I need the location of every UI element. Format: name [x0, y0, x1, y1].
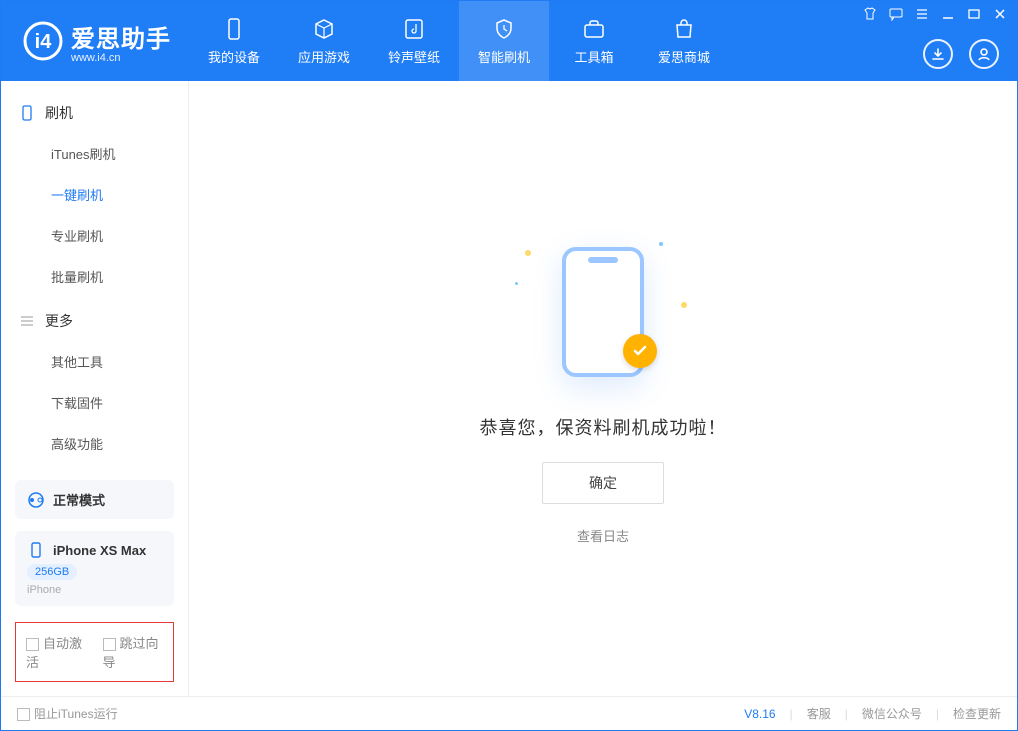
sidebar-section-more: 更多 其他工具 下载固件 高级功能: [1, 301, 188, 468]
auto-options-row: 自动激活 跳过向导: [15, 622, 174, 682]
sidebar-item-pro-flash[interactable]: 专业刷机: [1, 215, 188, 256]
tab-flash[interactable]: 智能刷机: [459, 1, 549, 81]
tab-label: 铃声壁纸: [388, 47, 440, 66]
tab-my-device[interactable]: 我的设备: [189, 1, 279, 81]
device-name: iPhone XS Max: [53, 543, 146, 558]
sidebar-item-oneclick-flash[interactable]: 一键刷机: [1, 174, 188, 215]
titlebar: i4 爱思助手 www.i4.cn 我的设备 应用游戏 铃声壁纸 智能: [1, 1, 1017, 81]
menu-small-icon: [19, 313, 35, 329]
sidebar-item-advanced[interactable]: 高级功能: [1, 423, 188, 464]
success-message: 恭喜您，保资料刷机成功啦！: [480, 414, 727, 440]
success-badge-icon: [623, 334, 657, 368]
checkbox-icon: [103, 638, 116, 651]
view-log-link[interactable]: 查看日志: [577, 526, 629, 545]
mode-card[interactable]: 正常模式: [15, 480, 174, 519]
account-button[interactable]: [969, 39, 999, 69]
tab-apps-games[interactable]: 应用游戏: [279, 1, 369, 81]
sidebar-item-itunes-flash[interactable]: iTunes刷机: [1, 133, 188, 174]
footer-link-update[interactable]: 检查更新: [953, 705, 1001, 722]
sidebar-item-batch-flash[interactable]: 批量刷机: [1, 256, 188, 297]
minimize-icon[interactable]: [939, 5, 957, 23]
tab-label: 应用游戏: [298, 47, 350, 66]
tab-label: 智能刷机: [478, 47, 530, 66]
tab-label: 我的设备: [208, 47, 260, 66]
device-small-icon: [19, 105, 35, 121]
checkbox-label: 阻止iTunes运行: [34, 707, 118, 721]
device-card[interactable]: iPhone XS Max 256GB iPhone: [15, 531, 174, 606]
cube-icon: [312, 17, 336, 41]
statusbar: 阻止iTunes运行 V8.16 | 客服 | 微信公众号 | 检查更新: [1, 696, 1017, 730]
body: 刷机 iTunes刷机 一键刷机 专业刷机 批量刷机 更多 其他工具 下载固件 …: [1, 81, 1017, 696]
device-icon: [222, 17, 246, 41]
device-type: iPhone: [27, 584, 162, 596]
checkbox-skip-wizard[interactable]: 跳过向导: [103, 633, 164, 671]
shield-icon: [492, 17, 516, 41]
sidebar: 刷机 iTunes刷机 一键刷机 专业刷机 批量刷机 更多 其他工具 下载固件 …: [1, 81, 189, 696]
checkbox-icon: [26, 638, 39, 651]
mode-icon: [27, 491, 45, 509]
version-label: V8.16: [744, 707, 775, 721]
tab-store[interactable]: 爱思商城: [639, 1, 729, 81]
phone-icon: [27, 541, 45, 559]
footer-link-support[interactable]: 客服: [807, 705, 831, 722]
sidebar-header-more[interactable]: 更多: [1, 301, 188, 341]
checkbox-auto-activate[interactable]: 自动激活: [26, 633, 87, 671]
svg-text:i4: i4: [35, 31, 53, 53]
tab-label: 工具箱: [574, 47, 613, 66]
music-icon: [402, 17, 426, 41]
feedback-icon[interactable]: [887, 5, 905, 23]
menu-icon[interactable]: [913, 5, 931, 23]
sidebar-section-flash: 刷机 iTunes刷机 一键刷机 专业刷机 批量刷机: [1, 93, 188, 301]
app-window: i4 爱思助手 www.i4.cn 我的设备 应用游戏 铃声壁纸 智能: [0, 0, 1018, 731]
app-title: 爱思助手: [71, 19, 171, 54]
success-illustration: [513, 232, 693, 392]
bag-icon: [672, 17, 696, 41]
mode-label: 正常模式: [53, 490, 105, 509]
nav-tabs: 我的设备 应用游戏 铃声壁纸 智能刷机 工具箱 爱思商城: [189, 1, 729, 81]
sidebar-header-label: 更多: [45, 311, 73, 331]
logo: i4 爱思助手 www.i4.cn: [1, 1, 189, 81]
device-capacity: 256GB: [27, 564, 77, 580]
footer-link-wechat[interactable]: 微信公众号: [862, 705, 922, 722]
toolbox-icon: [582, 17, 606, 41]
main-content: 恭喜您，保资料刷机成功啦！ 确定 查看日志: [189, 81, 1017, 696]
sidebar-header-flash[interactable]: 刷机: [1, 93, 188, 133]
header-right-icons: [923, 39, 999, 69]
checkbox-block-itunes[interactable]: 阻止iTunes运行: [17, 705, 118, 722]
window-controls: [861, 5, 1009, 23]
ok-button[interactable]: 确定: [542, 462, 664, 504]
sidebar-item-other-tools[interactable]: 其他工具: [1, 341, 188, 382]
tab-label: 爱思商城: [658, 47, 710, 66]
app-subtitle: www.i4.cn: [71, 52, 171, 64]
tab-toolbox[interactable]: 工具箱: [549, 1, 639, 81]
skin-icon[interactable]: [861, 5, 879, 23]
tab-ringtone-wallpaper[interactable]: 铃声壁纸: [369, 1, 459, 81]
close-icon[interactable]: [991, 5, 1009, 23]
logo-icon: i4: [23, 21, 63, 61]
sidebar-header-label: 刷机: [45, 103, 73, 123]
maximize-icon[interactable]: [965, 5, 983, 23]
sidebar-item-download-firmware[interactable]: 下载固件: [1, 382, 188, 423]
checkbox-icon: [17, 708, 30, 721]
download-button[interactable]: [923, 39, 953, 69]
